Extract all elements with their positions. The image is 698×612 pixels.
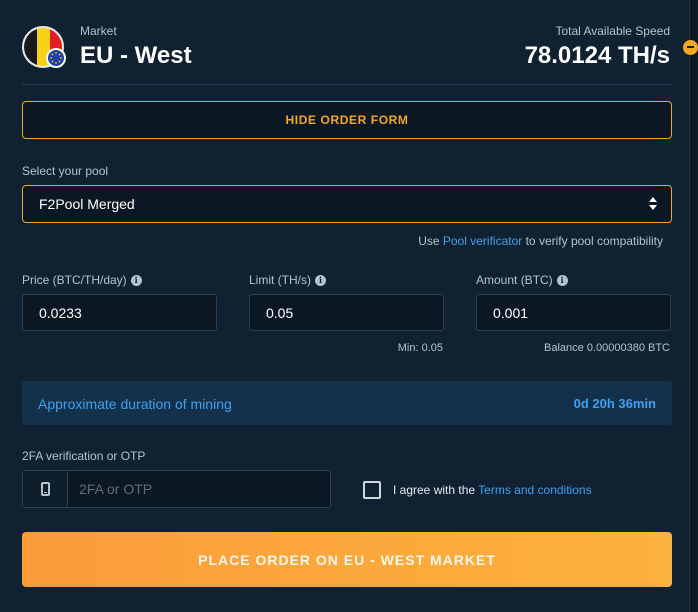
mobile-phone-icon	[40, 482, 50, 496]
info-icon[interactable]: i	[130, 274, 142, 286]
info-icon[interactable]: i	[315, 274, 326, 286]
otp-input[interactable]	[69, 471, 329, 507]
eu-stars-icon	[46, 48, 66, 68]
info-icon[interactable]: i	[556, 274, 568, 286]
terms-checkbox[interactable]	[363, 481, 381, 499]
limit-input[interactable]: 0.05	[249, 294, 444, 331]
otp-label: 2FA verification or OTP	[22, 449, 146, 463]
mining-duration-box: Approximate duration of mining 0d 20h 36…	[22, 381, 672, 425]
order-form-panel: Market EU - West Total Available Speed 7…	[0, 0, 690, 612]
otp-icon-box	[23, 471, 68, 507]
otp-field	[22, 470, 331, 508]
pool-selected-value: F2Pool Merged	[39, 196, 135, 212]
pool-verificator-link[interactable]: Pool verificator	[443, 234, 522, 248]
amount-label: Amount (BTC) i	[476, 273, 568, 287]
market-label: Market	[80, 24, 117, 38]
balance-hint: Balance 0.00000380 BTC	[544, 342, 670, 354]
minus-circle-icon[interactable]	[683, 40, 698, 55]
price-input[interactable]: 0.0233	[22, 294, 217, 331]
total-speed-value: 78.0124 TH/s	[524, 42, 670, 69]
header-divider	[22, 84, 672, 85]
amount-input[interactable]: 0.001	[476, 294, 671, 331]
pool-select-label: Select your pool	[22, 164, 109, 178]
place-order-button[interactable]: PLACE ORDER ON EU - WEST MARKET	[22, 532, 672, 587]
total-speed-label: Total Available Speed	[555, 24, 670, 38]
duration-label: Approximate duration of mining	[38, 396, 232, 412]
terms-agreement: I agree with the Terms and conditions	[393, 483, 592, 497]
duration-value: 0d 20h 36min	[573, 396, 656, 411]
market-name: EU - West	[80, 42, 192, 69]
terms-link[interactable]: Terms and conditions	[478, 483, 591, 497]
limit-label: Limit (TH/s) i	[249, 273, 326, 287]
limit-min-hint: Min: 0.05	[397, 342, 443, 354]
pool-verifier-hint: Use Pool verificator to verify pool comp…	[418, 234, 663, 248]
pool-select[interactable]: F2Pool Merged	[22, 185, 672, 223]
hide-order-form-button[interactable]: HIDE ORDER FORM	[22, 101, 672, 139]
price-label: Price (BTC/TH/day) i	[22, 273, 142, 287]
sort-arrows-icon	[649, 197, 657, 211]
